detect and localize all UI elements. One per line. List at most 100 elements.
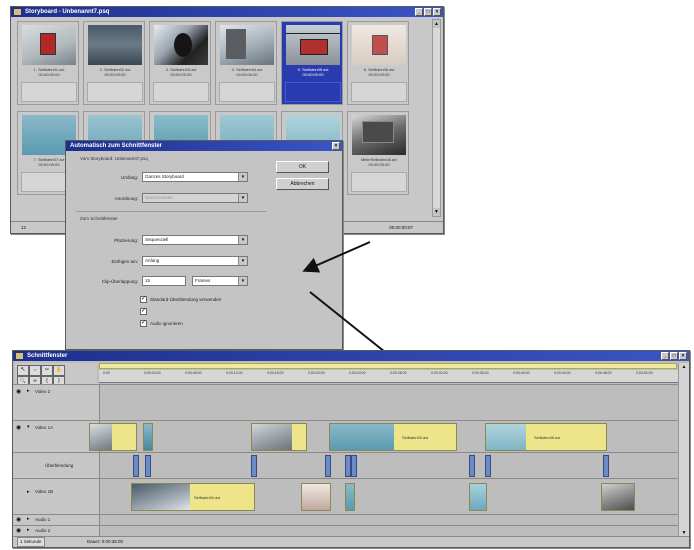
clip-thumbnail (252, 424, 292, 450)
track-name: Überblendung (45, 463, 74, 468)
clip-video1b-1[interactable]: Seilbahn04.avi (131, 483, 255, 511)
speaker-icon[interactable]: ◉ (16, 527, 21, 534)
track-name: Audio 1 (35, 517, 51, 522)
clip-video1a-5[interactable]: Seilbahn05.avi (485, 423, 607, 451)
transition-4[interactable] (325, 455, 331, 477)
umfang-select[interactable]: Ganzes Storyboard ▾ (142, 172, 248, 182)
maximize-button[interactable]: □ (670, 352, 678, 360)
ruler-tick-label: 0:00:04:00 (144, 371, 161, 375)
selection-tool-icon[interactable]: ↖ (17, 365, 29, 376)
expand-triangle-icon[interactable]: ▸ (27, 516, 30, 522)
expand-triangle-icon[interactable]: ▸ (27, 489, 30, 495)
clip-video1a-2[interactable] (143, 423, 153, 451)
storyboard-card-1[interactable]: 1. Seilbahn01.avi 00:00:00:00 (17, 21, 79, 105)
card-time: 00:00:00:00 (302, 72, 324, 77)
plazierung-select[interactable]: Sequenziell ▾ (142, 235, 248, 245)
track-audio1: ◉ ▸ Audio 1 (13, 514, 685, 525)
speaker-icon[interactable]: ◉ (16, 516, 21, 523)
ueberlappung-unit: Frames (195, 278, 211, 283)
clip-thumbnail (144, 424, 152, 450)
expand-triangle-icon[interactable]: ▸ (27, 527, 30, 533)
transition-6[interactable] (351, 455, 357, 477)
clip-video1a-3[interactable] (251, 423, 307, 451)
transition-1[interactable] (133, 455, 139, 477)
einfuegen-select[interactable]: Anfang ▾ (142, 256, 248, 266)
transition-8[interactable] (485, 455, 491, 477)
scroll-up-arrow-icon[interactable]: ▲ (679, 363, 689, 371)
chevron-down-icon[interactable]: ▾ (238, 236, 247, 244)
ruler-tick-label: 0:00:12:00 (226, 371, 243, 375)
track-name: Audio 2 (35, 528, 51, 533)
dialog-titlebar[interactable]: Automatisch zum Schnittfenster × (66, 141, 342, 151)
ruler-tick-label: 0:00:20:00 (308, 371, 325, 375)
ruler-tick-label: 0:00:36:00 (472, 371, 489, 375)
card-comment-box[interactable] (285, 82, 341, 102)
clip-thumbnail (486, 424, 526, 450)
option2-checkbox[interactable]: ✓ (140, 308, 147, 315)
card-comment-box[interactable] (219, 82, 275, 102)
close-button[interactable]: × (433, 8, 441, 16)
eye-icon[interactable]: ◉ (16, 424, 21, 431)
clip-video1a-1[interactable] (89, 423, 137, 451)
ueberlappung-unit-select[interactable]: Frames ▾ (192, 276, 248, 286)
storyboard-card-2[interactable]: 2. Seilbahn02.avi 00:00:00:00 (83, 21, 145, 105)
chevron-down-icon[interactable]: ▾ (238, 277, 247, 285)
chevron-down-icon[interactable]: ▾ (238, 257, 247, 265)
timeline-window: Schnittfenster _ □ × ↖ ⇔ ✂ ✋ 🔍 ∞ { } 0:0… (12, 350, 690, 548)
chevron-down-icon[interactable]: ▾ (238, 173, 247, 181)
dialog-close-button[interactable]: × (332, 142, 340, 150)
scroll-up-arrow-icon[interactable]: ▲ (433, 20, 440, 28)
ignore-audio-checkbox[interactable]: ✓ (140, 320, 147, 327)
anordnung-select[interactable]: Nacheinander ▾ (142, 193, 248, 203)
standard-transition-checkbox[interactable]: ✓ (140, 296, 147, 303)
track-video1a: ◉ ▾ Video 1A Seilbahn03.avi Seilbahn05.a… (13, 420, 685, 452)
clip-video1b-4[interactable] (469, 483, 487, 511)
work-area-bar[interactable] (99, 363, 677, 369)
timeline-titlebar[interactable]: Schnittfenster _ □ × (13, 351, 689, 361)
storyboard-card-12[interactable]: Mitte/Seilbahn08.avi 00:00:00:00 (347, 111, 409, 195)
storyboard-card-5[interactable]: 5. Seilbahn05.avi 00:00:00:00 (281, 21, 343, 105)
status-duration: 00:00:00:07 (389, 225, 413, 230)
storyboard-card-6[interactable]: 6. Seilbahn06.avi 00:00:00:00 (347, 21, 409, 105)
card-time: 00:00:00:00 (38, 72, 60, 77)
expand-triangle-icon[interactable]: ▾ (27, 424, 30, 430)
cancel-button[interactable]: Abbrechen (276, 178, 329, 190)
card-comment-box[interactable] (21, 82, 77, 102)
hand-tool-icon[interactable]: ✋ (53, 365, 65, 376)
scroll-down-arrow-icon[interactable]: ▼ (433, 208, 440, 216)
ok-button[interactable]: OK (276, 161, 329, 173)
storyboard-card-3[interactable]: 3. Seilbahn03.avi 00:00:00:00 (149, 21, 211, 105)
minimize-button[interactable]: _ (661, 352, 669, 360)
clip-video1a-4[interactable]: Seilbahn03.avi (329, 423, 457, 451)
zoom-level[interactable]: 1 Sekunde (17, 537, 45, 547)
card-comment-box[interactable] (351, 172, 407, 192)
storyboard-titlebar[interactable]: Storyboard - Unbenannt7.psq _ □ × (11, 7, 443, 17)
ueberlappung-input[interactable]: 15 (142, 276, 186, 286)
transition-7[interactable] (469, 455, 475, 477)
expand-triangle-icon[interactable]: ▸ (27, 388, 30, 394)
track-transition: Überblendung (13, 452, 685, 478)
time-ruler[interactable]: 0:00 0:00:04:00 0:00:08:00 0:00:12:00 0:00:1… (99, 370, 689, 383)
clip-video1b-3[interactable] (345, 483, 355, 511)
clip-thumbnail (154, 25, 208, 65)
chevron-down-icon[interactable]: ▾ (238, 194, 247, 202)
storyboard-vscrollbar[interactable]: ▲ ▼ (432, 19, 441, 217)
close-button[interactable]: × (679, 352, 687, 360)
card-comment-box[interactable] (153, 82, 209, 102)
transition-9[interactable] (603, 455, 609, 477)
card-comment-box[interactable] (351, 82, 407, 102)
razor-tool-icon[interactable]: ✂ (41, 365, 53, 376)
maximize-button[interactable]: □ (424, 8, 432, 16)
range-select-tool-icon[interactable]: ⇔ (29, 365, 41, 376)
clip-video1b-2[interactable] (301, 483, 331, 511)
storyboard-card-4[interactable]: 4. Seilbahn04.avi 00:00:00:00 (215, 21, 277, 105)
timeline-vscrollbar[interactable]: ▲ ▼ (678, 363, 689, 537)
card-comment-box[interactable] (87, 82, 143, 102)
clip-thumbnail (330, 424, 394, 450)
transition-2[interactable] (145, 455, 151, 477)
minimize-button[interactable]: _ (415, 8, 423, 16)
eye-icon[interactable]: ◉ (16, 388, 21, 395)
clip-video1b-5[interactable] (601, 483, 635, 511)
clip-thumbnail (470, 484, 486, 510)
transition-3[interactable] (251, 455, 257, 477)
